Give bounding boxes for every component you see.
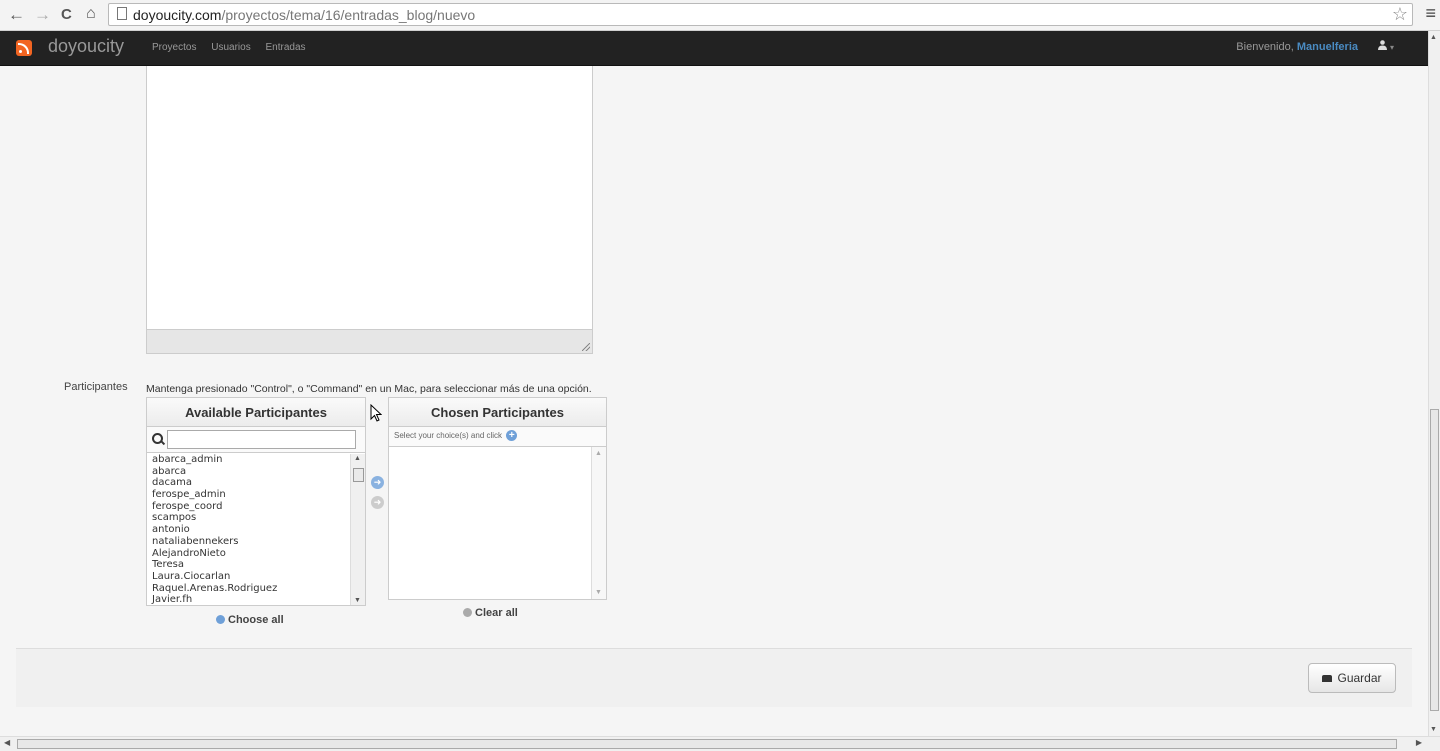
- scroll-up-icon[interactable]: ▲: [1430, 34, 1437, 41]
- address-bar[interactable]: doyoucity.com/proyectos/tema/16/entradas…: [108, 3, 1413, 26]
- browser-toolbar: ← → C ⌂ doyoucity.com/proyectos/tema/16/…: [0, 0, 1440, 31]
- url-path: /proyectos/tema/16/entradas_blog/nuevo: [221, 7, 476, 23]
- search-icon: [152, 433, 163, 444]
- content-textarea[interactable]: [146, 66, 593, 354]
- chosen-list-scrollbar[interactable]: ▲ ▼: [591, 447, 606, 599]
- add-circle-icon: +: [506, 430, 518, 442]
- scroll-up-icon[interactable]: ▲: [595, 450, 602, 457]
- choose-all-label: Choose all: [228, 614, 284, 626]
- back-button[interactable]: ←: [8, 5, 25, 25]
- list-item[interactable]: AlejandroNieto: [147, 548, 350, 560]
- nav-link-usuarios[interactable]: Usuarios: [211, 42, 250, 53]
- scroll-thumb[interactable]: [1430, 409, 1439, 711]
- save-button[interactable]: Guardar: [1308, 663, 1396, 693]
- clear-all-label: Clear all: [475, 607, 518, 619]
- list-item[interactable]: ferospe_coord: [147, 501, 350, 513]
- editor-status-bar: [147, 329, 592, 353]
- resize-grip-icon[interactable]: [582, 343, 590, 351]
- scroll-down-icon[interactable]: ▼: [1430, 726, 1437, 733]
- chosen-title: Chosen Participantes: [389, 398, 606, 427]
- bookmark-star-icon[interactable]: ☆: [1392, 4, 1408, 25]
- list-item[interactable]: Teresa: [147, 559, 350, 571]
- url-text: doyoucity.com/proyectos/tema/16/entradas…: [133, 7, 475, 23]
- page-horizontal-scrollbar[interactable]: ◀ ▶: [0, 736, 1440, 751]
- add-arrow-icon[interactable]: ➜: [371, 476, 384, 489]
- filter-input[interactable]: [167, 430, 356, 449]
- site-navbar: doyoucity Proyectos Usuarios Entradas Bi…: [0, 31, 1428, 66]
- welcome-label: Bienvenido,: [1236, 41, 1294, 53]
- clear-all-link[interactable]: Clear all: [463, 607, 518, 619]
- list-item[interactable]: nataliabennekers: [147, 536, 350, 548]
- filter-bar: [147, 427, 365, 453]
- remove-arrow-icon[interactable]: ➜: [371, 496, 384, 509]
- chosen-hint-text: Select your choice(s) and click: [394, 431, 503, 440]
- available-participantes-box: Available Participantes abarca_admin abar…: [146, 397, 366, 606]
- page-vertical-scrollbar[interactable]: ▲ ▼: [1428, 31, 1440, 736]
- scroll-up-icon[interactable]: ▲: [354, 455, 361, 462]
- chosen-hint: Select your choice(s) and click +: [389, 427, 606, 447]
- chosen-participantes-box: Chosen Participantes Select your choice(…: [388, 397, 607, 600]
- participantes-label: Participantes: [64, 381, 128, 393]
- scroll-right-icon[interactable]: ▶: [1416, 738, 1422, 747]
- list-item[interactable]: antonio: [147, 524, 350, 536]
- choose-all-link[interactable]: Choose all: [216, 614, 284, 626]
- nav-link-proyectos[interactable]: Proyectos: [152, 42, 196, 53]
- list-item[interactable]: dacama: [147, 477, 350, 489]
- username-link[interactable]: Manuelferia: [1297, 41, 1358, 53]
- list-item[interactable]: abarca: [147, 466, 350, 478]
- list-item[interactable]: ferospe_admin: [147, 489, 350, 501]
- list-item[interactable]: Laura.Ciocarlan: [147, 571, 350, 583]
- form-actions: Guardar: [16, 648, 1412, 707]
- save-label: Guardar: [1337, 671, 1382, 685]
- available-title: Available Participantes: [147, 398, 365, 427]
- caret-down-icon: ▾: [1389, 43, 1394, 52]
- nav-link-entradas[interactable]: Entradas: [266, 42, 306, 53]
- arrow-left-circle-icon: [463, 608, 472, 617]
- scroll-down-icon[interactable]: ▼: [595, 589, 602, 596]
- browser-menu-icon[interactable]: ≡: [1425, 3, 1436, 24]
- arrow-right-circle-icon: [216, 615, 225, 624]
- nav-links: Proyectos Usuarios Entradas: [152, 42, 318, 53]
- list-item[interactable]: scampos: [147, 512, 350, 524]
- list-item[interactable]: abarca_admin: [147, 454, 350, 466]
- available-list-scrollbar[interactable]: ▲ ▼: [350, 454, 365, 605]
- scroll-down-icon[interactable]: ▼: [354, 597, 361, 604]
- url-host: doyoucity.com: [133, 7, 222, 23]
- welcome-text: Bienvenido, Manuelferia: [1236, 41, 1358, 53]
- help-text: Mantenga presionado "Control", o "Comman…: [146, 383, 592, 395]
- scroll-left-icon[interactable]: ◀: [4, 738, 10, 747]
- scroll-thumb[interactable]: [17, 739, 1397, 749]
- save-icon: [1322, 675, 1333, 682]
- user-menu-icon[interactable]: ▾: [1377, 40, 1394, 53]
- home-button[interactable]: ⌂: [86, 5, 96, 23]
- available-list[interactable]: abarca_admin abarca dacama ferospe_admin fer…: [147, 454, 350, 605]
- page-icon: [117, 7, 127, 20]
- brand-link[interactable]: doyoucity: [48, 36, 124, 57]
- mouse-cursor-icon: [370, 404, 382, 422]
- reload-button[interactable]: C: [61, 6, 72, 23]
- list-item[interactable]: Raquel.Arenas.Rodriguez: [147, 583, 350, 595]
- rss-logo-icon: [16, 40, 32, 56]
- scroll-thumb[interactable]: [353, 468, 364, 482]
- list-item[interactable]: Javier.fh: [147, 594, 350, 605]
- forward-button[interactable]: →: [34, 5, 51, 25]
